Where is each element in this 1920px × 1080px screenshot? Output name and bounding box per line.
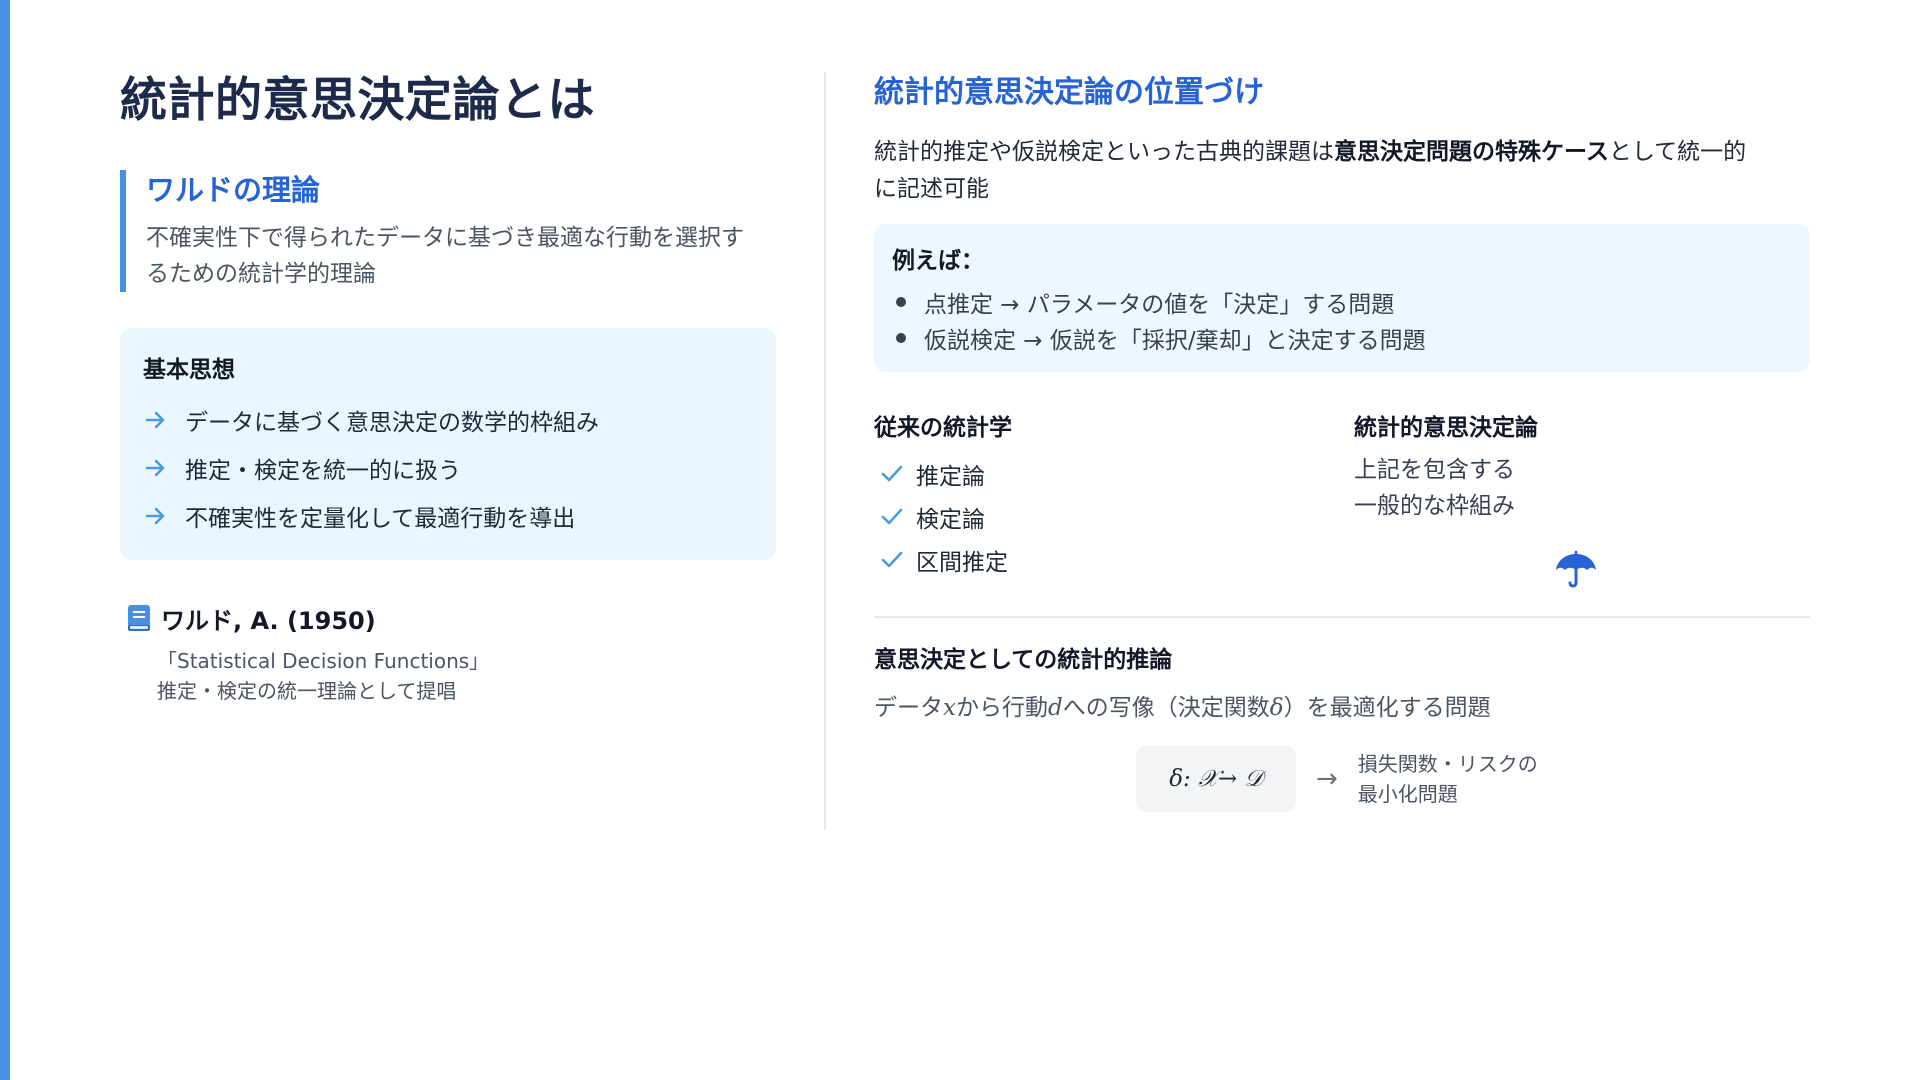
reference-note: 推定・検定の統一理論として提唱 bbox=[157, 679, 457, 703]
wald-theory-title: ワルドの理論 bbox=[146, 173, 321, 207]
decision-theory-description: 上記を包含する 一般的な枠組み bbox=[1354, 452, 1810, 524]
wald-theory-description: 不確実性下で得られたデータに基づき最適な行動を選択す るための統計学的理論 bbox=[146, 220, 776, 292]
formula-arrow: → bbox=[1316, 764, 1338, 794]
check-icon bbox=[881, 508, 903, 524]
reference-author: ワルド, A. (1950) bbox=[161, 606, 376, 635]
example-item-label: 仮説検定 → 仮説を「採択/棄却」と決定する問題 bbox=[924, 328, 1426, 354]
traditional-item-label: 区間推定 bbox=[916, 549, 1008, 576]
bullet-icon bbox=[896, 297, 906, 307]
decision-function-formula: δ: 𝒳→ 𝒟 bbox=[1136, 746, 1296, 812]
positioning-intro: 統計的推定や仮説検定といった古典的課題は意思決定問題の特殊ケースとして統一的 に… bbox=[874, 134, 1810, 208]
example-item: 点推定 → パラメータの値を「決定」する問題 bbox=[892, 284, 1792, 320]
formula-note: 損失関数・リスクの 最小化問題 bbox=[1358, 749, 1538, 809]
right-column: 統計的意思決定論の位置づけ 統計的推定や仮説検定といった古典的課題は意思決定問題… bbox=[874, 72, 1810, 812]
traditional-statistics-column: 従来の統計学 推定論 検定論 区間推定 bbox=[874, 412, 1344, 581]
traditional-item: 推定論 bbox=[874, 452, 1344, 495]
basic-idea-item: 不確実性を定量化して最適行動を導出 bbox=[143, 492, 752, 540]
bullet-icon bbox=[896, 333, 906, 343]
traditional-item: 区間推定 bbox=[874, 538, 1344, 581]
math-variable-x: x bbox=[943, 695, 956, 721]
check-icon bbox=[881, 465, 903, 481]
left-accent-bar bbox=[0, 0, 10, 1080]
left-column: 統計的意思決定論とは ワルドの理論 不確実性下で得られたデータに基づき最適な行動… bbox=[120, 70, 776, 706]
intro-text-bold: 意思決定問題の特殊ケース bbox=[1334, 139, 1609, 165]
comparison-section: 従来の統計学 推定論 検定論 区間推定 統計的意思決定論 上記を包含する 一般的… bbox=[874, 412, 1810, 602]
decision-theory-line1: 上記を包含する bbox=[1354, 457, 1515, 483]
reference-details: 「Statistical Decision Functions」 推定・検定の統… bbox=[120, 646, 776, 706]
wald-desc-line1: 不確実性下で得られたデータに基づき最適な行動を選択す bbox=[146, 225, 744, 251]
formula-note-line1: 損失関数・リスクの bbox=[1357, 752, 1538, 776]
example-item: 仮説検定 → 仮説を「採択/棄却」と決定する問題 bbox=[892, 320, 1792, 356]
formula-note-line2: 最小化問題 bbox=[1357, 782, 1458, 806]
section-divider bbox=[874, 616, 1810, 618]
decision-theory-column: 統計的意思決定論 上記を包含する 一般的な枠組み bbox=[1354, 412, 1810, 524]
basic-idea-item-label: データに基づく意思決定の数学的枠組み bbox=[185, 410, 599, 436]
reference-header: ワルド, A. (1950) bbox=[120, 600, 776, 636]
reference-book-title: 「Statistical Decision Functions」 bbox=[157, 649, 490, 673]
traditional-item-label: 検定論 bbox=[916, 506, 985, 533]
page-title: 統計的意思決定論とは bbox=[120, 73, 595, 128]
example-card: 例えば： 点推定 → パラメータの値を「決定」する問題 仮説検定 → 仮説を「採… bbox=[874, 224, 1810, 372]
intro-text-line2: に記述可能 bbox=[874, 176, 989, 202]
inference-desc-part: から行動 bbox=[955, 695, 1048, 721]
traditional-statistics-title: 従来の統計学 bbox=[874, 415, 1012, 441]
inference-desc-part: への写像（決定関数 bbox=[1062, 695, 1270, 721]
math-variable-d: d bbox=[1047, 695, 1063, 721]
basic-idea-card: 基本思想 データに基づく意思決定の数学的枠組み 推定・検定を統一的に扱う 不確実… bbox=[120, 328, 776, 560]
book-icon bbox=[128, 605, 150, 631]
inference-desc-part: ）を最適化する問題 bbox=[1283, 695, 1491, 721]
column-divider bbox=[824, 72, 826, 830]
intro-text-before: 統計的推定や仮説検定といった古典的課題は bbox=[874, 139, 1334, 165]
wald-desc-line2: るための統計学的理論 bbox=[146, 261, 376, 287]
positioning-title: 統計的意思決定論の位置づけ bbox=[874, 75, 1264, 110]
arrow-right-icon bbox=[145, 411, 165, 429]
basic-idea-item-label: 不確実性を定量化して最適行動を導出 bbox=[185, 506, 576, 532]
decision-theory-title: 統計的意思決定論 bbox=[1354, 415, 1538, 441]
intro-text-after: として統一的 bbox=[1608, 139, 1747, 165]
umbrella-icon bbox=[1556, 550, 1596, 588]
wald-theory-block: ワルドの理論 不確実性下で得られたデータに基づき最適な行動を選択す るための統計… bbox=[120, 170, 776, 292]
basic-idea-title: 基本思想 bbox=[143, 357, 235, 383]
inference-section-title: 意思決定としての統計的推論 bbox=[874, 647, 1173, 673]
decision-theory-line2: 一般的な枠組み bbox=[1354, 493, 1515, 519]
reference-block: ワルド, A. (1950) 「Statistical Decision Fun… bbox=[120, 600, 776, 706]
traditional-item: 検定論 bbox=[874, 495, 1344, 538]
formula-row: δ: 𝒳→ 𝒟 → 損失関数・リスクの 最小化問題 bbox=[874, 746, 1810, 812]
arrow-right-icon bbox=[145, 507, 165, 525]
example-item-label: 点推定 → パラメータの値を「決定」する問題 bbox=[924, 292, 1395, 318]
example-title: 例えば： bbox=[892, 248, 984, 274]
math-variable-delta: δ bbox=[1269, 695, 1284, 721]
arrow-right-icon bbox=[145, 459, 165, 477]
basic-idea-item: 推定・検定を統一的に扱う bbox=[143, 444, 752, 492]
traditional-item-label: 推定論 bbox=[916, 463, 985, 490]
inference-desc-part: データ bbox=[874, 695, 943, 721]
inference-description: データxから行動dへの写像（決定関数δ）を最適化する問題 bbox=[874, 690, 1810, 726]
basic-idea-item: データに基づく意思決定の数学的枠組み bbox=[143, 396, 752, 444]
check-icon bbox=[881, 551, 903, 567]
basic-idea-item-label: 推定・検定を統一的に扱う bbox=[185, 458, 461, 484]
